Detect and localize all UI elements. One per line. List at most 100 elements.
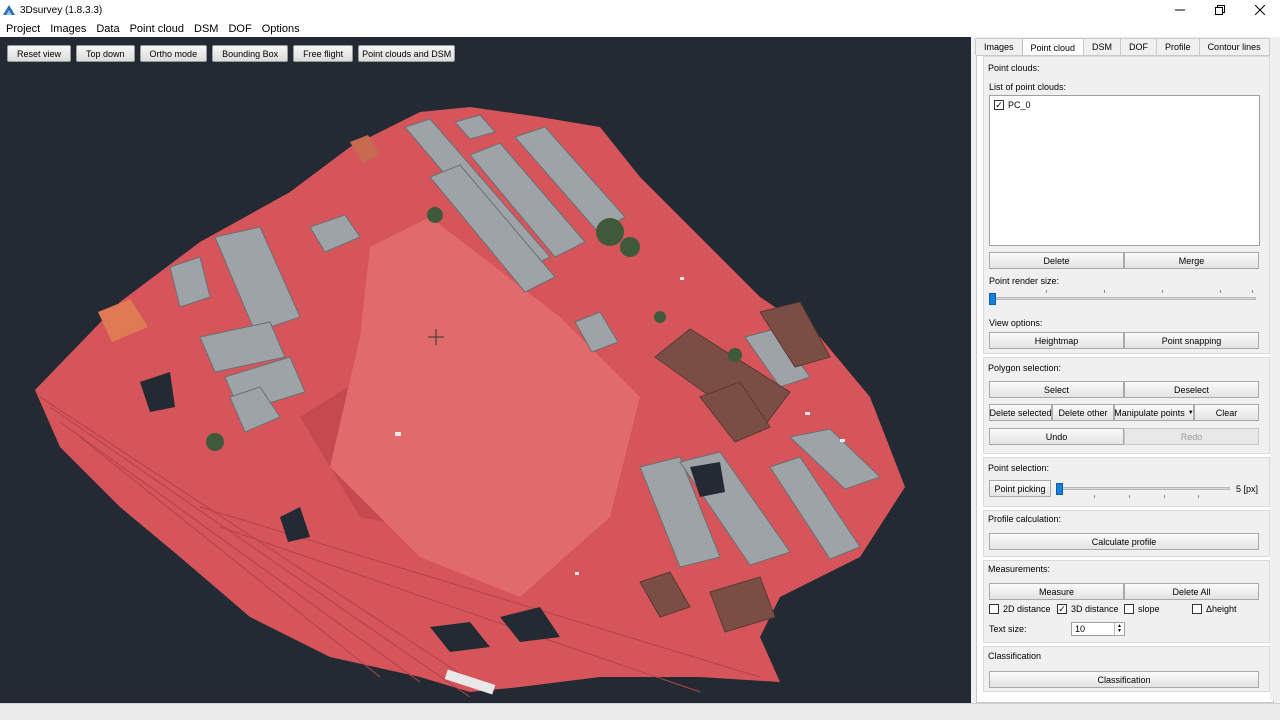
text-size-value: 10 xyxy=(1075,624,1086,634)
spin-down-icon[interactable]: ▼ xyxy=(1117,629,1122,634)
delete-all-button[interactable]: Delete All xyxy=(1124,583,1259,600)
redo-button[interactable]: Redo xyxy=(1124,428,1259,445)
menu-options[interactable]: Options xyxy=(262,23,300,35)
menu-images[interactable]: Images xyxy=(50,23,86,35)
measurements-group: Measurements: Measure Delete All 2D dist… xyxy=(983,560,1270,643)
delete-selected-button[interactable]: Delete selected xyxy=(989,404,1052,421)
heightmap-button[interactable]: Heightmap xyxy=(989,332,1124,349)
menu-dsm[interactable]: DSM xyxy=(194,23,218,35)
point-cloud-tab-content: Point clouds: List of point clouds: ✓ PC… xyxy=(976,55,1274,703)
list-item[interactable]: ✓ PC_0 xyxy=(994,100,1031,110)
view-toolbar: Reset view Top down Ortho mode Bounding … xyxy=(7,45,456,62)
2d-distance-checkbox[interactable] xyxy=(989,604,999,614)
3d-distance-option[interactable]: ✓ 3D distance xyxy=(1057,604,1119,614)
point-picking-handle[interactable] xyxy=(1056,483,1063,495)
manipulate-points-dropdown[interactable]: Manipulate points ▼ xyxy=(1114,404,1194,421)
undo-button[interactable]: Undo xyxy=(989,428,1124,445)
delete-point-cloud-button[interactable]: Delete xyxy=(989,252,1124,269)
minimize-button[interactable] xyxy=(1160,0,1200,20)
ortho-mode-button[interactable]: Ortho mode xyxy=(139,45,208,62)
slider-tick xyxy=(1164,495,1165,498)
profile-calculation-title: Profile calculation: xyxy=(988,514,1062,524)
bounding-box-button[interactable]: Bounding Box xyxy=(212,45,289,62)
pc-0-label: PC_0 xyxy=(1008,100,1031,110)
spin-arrows[interactable]: ▲ ▼ xyxy=(1114,623,1124,635)
menu-bar: Project Images Data Point cloud DSM DOF … xyxy=(0,20,1280,37)
reset-view-button[interactable]: Reset view xyxy=(7,45,72,62)
window-title: 3Dsurvey (1.8.3.3) xyxy=(20,4,103,16)
point-snapping-button[interactable]: Point snapping xyxy=(1124,332,1259,349)
measure-button[interactable]: Measure xyxy=(989,583,1124,600)
close-button[interactable] xyxy=(1240,0,1280,20)
menu-project[interactable]: Project xyxy=(6,23,40,35)
menu-dof[interactable]: DOF xyxy=(228,23,251,35)
3d-viewport[interactable]: Reset view Top down Ortho mode Bounding … xyxy=(0,37,971,703)
delete-other-button[interactable]: Delete other xyxy=(1052,404,1114,421)
menu-point-cloud[interactable]: Point cloud xyxy=(130,23,184,35)
menu-data[interactable]: Data xyxy=(96,23,119,35)
point-render-size-slider[interactable] xyxy=(991,297,1256,300)
slope-checkbox[interactable] xyxy=(1124,604,1134,614)
slider-tick xyxy=(1198,495,1199,498)
select-button[interactable]: Select xyxy=(989,381,1124,398)
point-clouds-group: Point clouds: List of point clouds: ✓ PC… xyxy=(983,56,1270,354)
clear-button[interactable]: Clear xyxy=(1194,404,1259,421)
profile-calculation-group: Profile calculation: Calculate profile xyxy=(983,510,1270,557)
restore-button[interactable] xyxy=(1200,0,1240,20)
calculate-profile-button[interactable]: Calculate profile xyxy=(989,533,1259,550)
delta-height-label: Δheight xyxy=(1206,604,1237,614)
delta-height-option[interactable]: Δheight xyxy=(1192,604,1237,614)
slider-tick xyxy=(1129,495,1130,498)
panel-tabs: Images Point cloud DSM DOF Profile Conto… xyxy=(975,38,1270,56)
point-picking-button[interactable]: Point picking xyxy=(989,480,1051,497)
side-panel: Images Point cloud DSM DOF Profile Conto… xyxy=(973,37,1280,703)
title-bar: 3Dsurvey (1.8.3.3) xyxy=(0,0,1280,20)
slope-option[interactable]: slope xyxy=(1124,604,1160,614)
point-selection-title: Point selection: xyxy=(988,463,1050,473)
free-flight-button[interactable]: Free flight xyxy=(293,45,354,62)
point-picking-slider[interactable] xyxy=(1058,487,1230,490)
slider-tick xyxy=(1162,290,1163,293)
panel-scrollbar[interactable] xyxy=(1270,55,1279,700)
3d-distance-checkbox[interactable]: ✓ xyxy=(1057,604,1067,614)
delta-height-checkbox[interactable] xyxy=(1192,604,1202,614)
point-cloud-render xyxy=(35,107,905,698)
point-render-size-label: Point render size: xyxy=(989,276,1060,286)
pc-0-checkbox[interactable]: ✓ xyxy=(994,100,1004,110)
point-picking-value: 5 [px] xyxy=(1236,484,1259,494)
restore-icon xyxy=(1215,5,1225,15)
view-options-label: View options: xyxy=(989,318,1043,328)
3d-distance-label: 3D distance xyxy=(1071,604,1119,614)
2d-distance-option[interactable]: 2D distance xyxy=(989,604,1051,614)
status-strip xyxy=(0,703,1280,720)
point-clouds-title: Point clouds: xyxy=(988,63,1040,73)
tab-images[interactable]: Images xyxy=(975,38,1023,55)
slider-tick xyxy=(1252,290,1253,293)
minimize-icon xyxy=(1175,9,1185,11)
polygon-selection-title: Polygon selection: xyxy=(988,363,1062,373)
classification-title: Classification xyxy=(988,651,1042,661)
slider-tick xyxy=(1046,290,1047,293)
manipulate-points-label: Manipulate points xyxy=(1114,407,1185,418)
classification-button[interactable]: Classification xyxy=(989,671,1259,688)
app-logo-icon xyxy=(3,5,15,15)
text-size-spinbox[interactable]: 10 ▲ ▼ xyxy=(1071,622,1125,636)
text-size-label: Text size: xyxy=(989,624,1027,634)
classification-group: Classification Classification xyxy=(983,646,1270,692)
tab-point-cloud[interactable]: Point cloud xyxy=(1021,38,1085,56)
point-selection-group: Point selection: Point picking 5 [px] xyxy=(983,457,1270,507)
deselect-button[interactable]: Deselect xyxy=(1124,381,1259,398)
dropdown-arrow-icon: ▼ xyxy=(1187,409,1194,416)
tab-profile[interactable]: Profile xyxy=(1156,38,1200,55)
point-cloud-list[interactable]: ✓ PC_0 xyxy=(989,95,1260,246)
tab-dof[interactable]: DOF xyxy=(1120,38,1158,55)
point-render-size-handle[interactable] xyxy=(989,293,996,305)
measurements-title: Measurements: xyxy=(988,564,1051,574)
merge-button[interactable]: Merge xyxy=(1124,252,1259,269)
tab-contour-lines[interactable]: Contour lines xyxy=(1198,38,1270,55)
tab-dsm[interactable]: DSM xyxy=(1083,38,1122,55)
slope-label: slope xyxy=(1138,604,1160,614)
top-down-button[interactable]: Top down xyxy=(76,45,135,62)
slider-tick xyxy=(1094,495,1095,498)
point-clouds-dsm-button[interactable]: Point clouds and DSM xyxy=(358,45,456,62)
